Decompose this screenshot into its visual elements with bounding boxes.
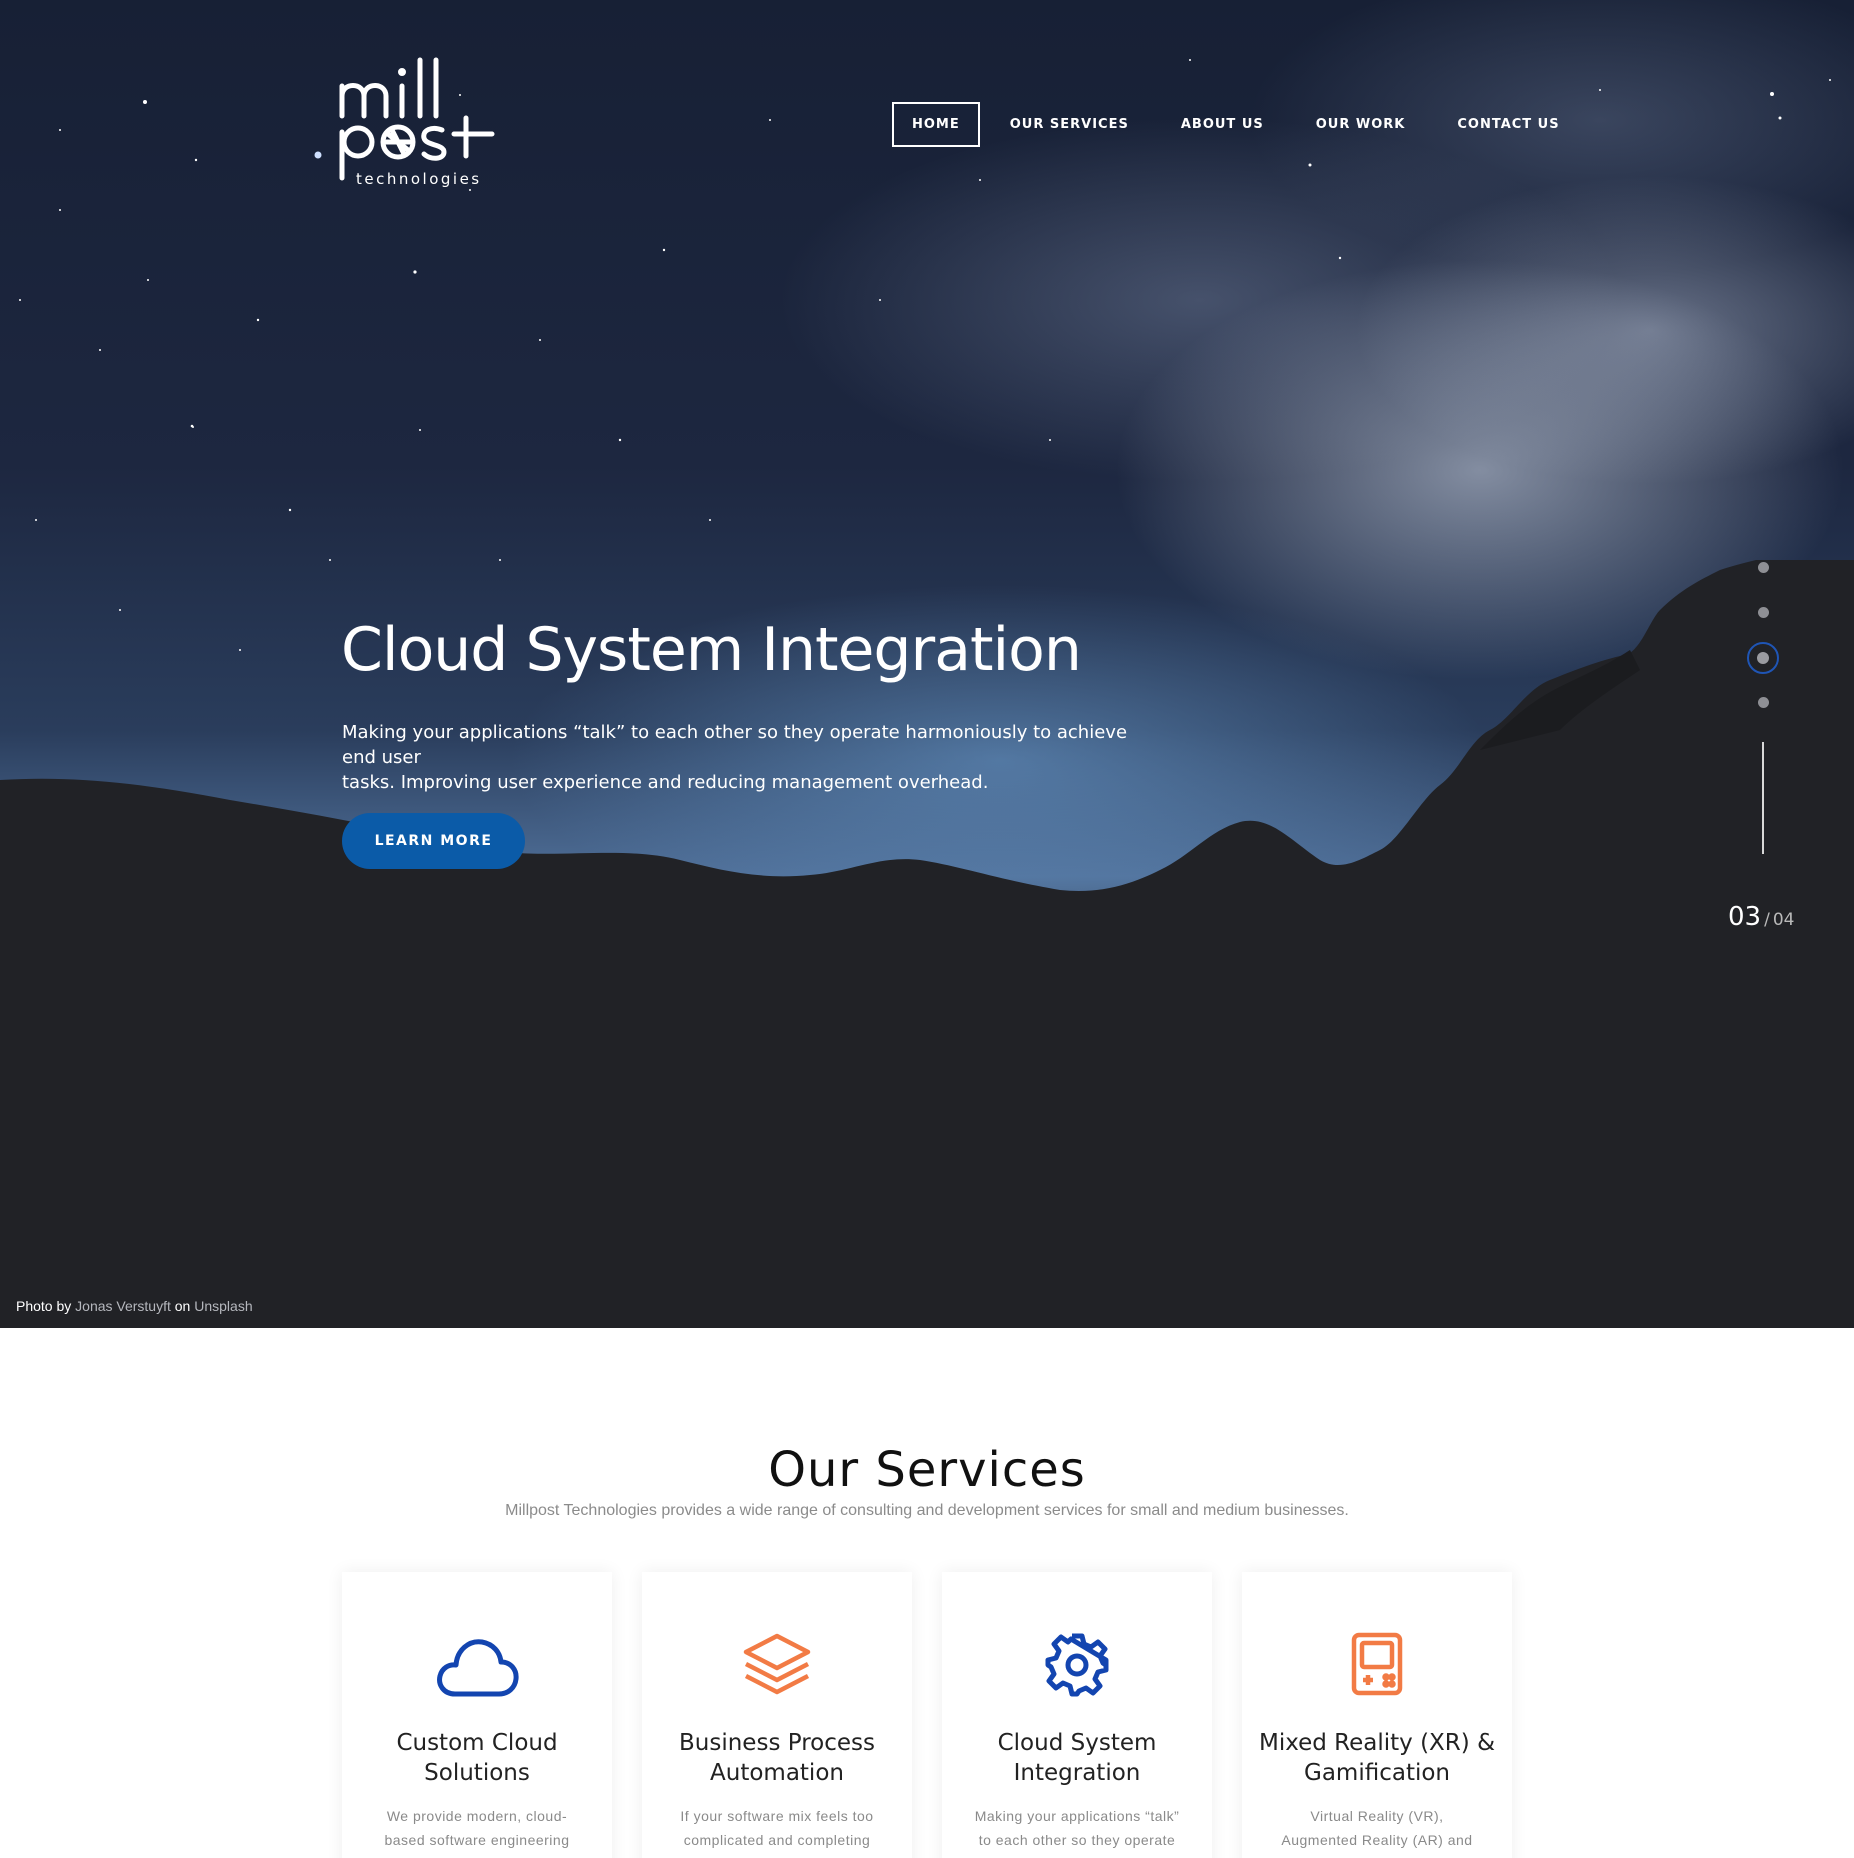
card-text: Making your applications “talk” to each …: [974, 1808, 1180, 1848]
hero-description-line: Making your applications “talk” to each …: [342, 722, 1128, 768]
nav-about-us[interactable]: ABOUT US: [1181, 117, 1264, 132]
main-nav: HOME OUR SERVICES ABOUT US OUR WORK CONT…: [892, 102, 1560, 147]
card-text: We provide modern, cloud-based software …: [384, 1808, 570, 1848]
services-subtitle: Millpost Technologies provides a wide ra…: [505, 1502, 1349, 1519]
nav-home[interactable]: HOME: [892, 102, 980, 147]
slide-counter: 03/04: [1728, 902, 1794, 932]
slide-current: 03: [1728, 902, 1762, 932]
credit-site-link[interactable]: Unsplash: [194, 1298, 252, 1314]
nav-our-work[interactable]: OUR WORK: [1316, 117, 1406, 132]
millpost-logo: technologies: [339, 57, 495, 188]
credit-author-link[interactable]: Jonas Verstuyft: [75, 1298, 171, 1314]
nav-contact-us[interactable]: CONTACT US: [1457, 117, 1559, 132]
photo-credit: Photo by Jonas Verstuyft on Unsplash: [16, 1298, 253, 1314]
service-card-cloud[interactable]: Custom Cloud Solutions We provide modern…: [342, 1572, 612, 1858]
slide-dot-1[interactable]: [1758, 562, 1769, 573]
credit-mid: on: [174, 1298, 191, 1314]
hero-title: Cloud System Integration: [341, 615, 1082, 685]
slide-total: 04: [1772, 910, 1795, 930]
slide-dot-3-active[interactable]: [1747, 642, 1779, 674]
card-title: Custom Cloud Solutions: [396, 1730, 558, 1786]
credit-prefix: Photo by: [16, 1298, 72, 1314]
cloud-icon: [435, 1632, 519, 1704]
slide-separator: /: [1764, 910, 1770, 930]
slide-dot-4[interactable]: [1758, 697, 1769, 708]
nav-our-services[interactable]: OUR SERVICES: [1010, 117, 1129, 132]
slide-dot-2[interactable]: [1758, 607, 1769, 618]
hero-slider: technologies HOME OUR SERVICES ABOUT US …: [0, 0, 1854, 1328]
hero-description: Making your applications “talk” to each …: [342, 720, 1142, 795]
learn-more-button[interactable]: LEARN MORE: [342, 813, 525, 869]
gear-icon: [1035, 1632, 1119, 1704]
card-text: Virtual Reality (VR), Augmented Reality …: [1281, 1808, 1473, 1858]
hero-description-line: tasks. Improving user experience and red…: [342, 772, 989, 793]
services-title: Our Services: [768, 1442, 1086, 1498]
layers-icon: [735, 1632, 819, 1704]
service-card-automation[interactable]: Business Process Automation If your soft…: [642, 1572, 912, 1858]
service-card-xr[interactable]: Mixed Reality (XR) & Gamification Virtua…: [1242, 1572, 1512, 1858]
card-text: If your software mix feels too complicat…: [680, 1808, 874, 1848]
logo-tagline: technologies: [356, 170, 482, 188]
service-card-integration[interactable]: Cloud System Integration Making your app…: [942, 1572, 1212, 1858]
card-title: Mixed Reality (XR) & Gamification: [1258, 1730, 1496, 1786]
card-title: Cloud System Integration: [997, 1730, 1157, 1786]
slide-progress-line: [1762, 742, 1764, 854]
card-title: Business Process Automation: [679, 1730, 875, 1786]
handheld-game-icon: [1335, 1632, 1419, 1704]
